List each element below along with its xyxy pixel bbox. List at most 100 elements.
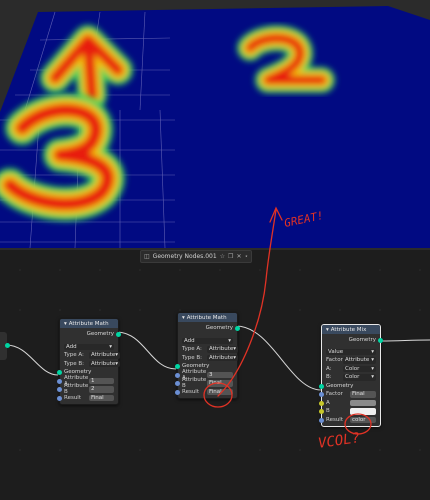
b-color-socket[interactable] [319,409,324,414]
result-socket[interactable] [319,417,324,423]
type-a-label: Type A: [64,352,84,359]
result-label: Result [182,388,199,395]
type-b-label: Type B: [64,360,85,367]
close-icon[interactable]: ✕ [236,253,241,260]
geometry-input-socket[interactable] [175,364,180,369]
attribute-b-row: Attribute B Final [175,377,237,389]
attribute-a-socket[interactable] [57,378,62,384]
operation-dropdown[interactable]: Add ▾ [182,337,233,344]
factor-type-dropdown[interactable]: Attribute ▾ [343,357,376,364]
link-mix-to-output [379,339,430,342]
factor-socket[interactable] [319,392,324,397]
type-b-value: Attribute [91,360,116,367]
chevron-down-icon: ▾ [233,346,237,353]
result-field[interactable]: Final [207,388,233,395]
chevron-down-icon: ▾ [233,354,237,361]
b-type-dropdown[interactable]: Color ▾ [343,374,376,381]
a-socket-label: A [326,399,330,406]
result-row: Result color [319,416,380,425]
factor-type-value: Attribute [345,357,370,364]
3d-viewport[interactable] [0,0,430,250]
viewport-scene [0,0,430,250]
collapse-chevron-icon[interactable]: ▾ [326,327,329,333]
chevron-down-icon: ▾ [228,337,231,344]
geometry-output-label: Geometry [205,325,233,332]
operation-dropdown[interactable]: Add ▾ [64,343,114,350]
link-math2-to-mix [235,325,322,391]
attribute-a-socket[interactable] [175,372,180,378]
type-a-label: Type A: [182,346,202,353]
geometry-input-socket[interactable] [57,370,62,375]
geometry-output-socket[interactable] [235,326,240,331]
node-tree-name[interactable]: Geometry Nodes.001 [153,253,217,260]
geometry-input-row: Geometry [319,382,380,391]
node-tree-selector[interactable]: ◫ Geometry Nodes.001 ☆ ❐ ✕ ⋆ [140,250,253,263]
type-a-dropdown[interactable]: Attribute ▾ [207,346,239,353]
geometry-output-socket[interactable] [116,332,121,337]
chevron-down-icon: ▾ [371,374,374,381]
blend-mode-dropdown[interactable]: Value ▾ [326,348,376,355]
a-type-value: Color [345,365,360,372]
offscreen-node-stub[interactable] [0,332,10,360]
copy-icon[interactable]: ❐ [228,253,233,260]
node-tree-icon: ◫ [144,252,150,260]
b-type-row: B: Color ▾ [322,373,380,382]
attribute-mix-node[interactable]: ▾ Attribute Mix Geometry Value ▾ Factor A… [319,324,383,427]
a-type-label: A: [326,365,332,372]
type-b-row: Type B: Attribute ▾ [60,360,121,369]
attribute-a-field[interactable]: 3 [207,371,233,378]
node-header[interactable]: ▾ Attribute Math [178,313,237,322]
geometry-output-label: Geometry [348,337,376,344]
geometry-output-row: Geometry [60,330,121,339]
collapse-chevron-icon[interactable]: ▾ [182,315,185,321]
result-socket[interactable] [57,395,62,401]
chevron-down-icon: ▾ [115,352,119,359]
attribute-math-node-2[interactable]: ▾ Attribute Math Geometry Add ▾ Type A: A… [175,312,240,399]
result-socket[interactable] [175,389,180,395]
result-label: Result [326,416,343,423]
geometry-input-socket[interactable] [319,383,324,389]
attribute-a-field[interactable]: 1 [89,377,114,384]
fake-user-icon[interactable]: ☆ [220,253,225,260]
collapse-chevron-icon[interactable]: ▾ [64,321,67,327]
blend-mode-value: Value [328,348,344,355]
chevron-down-icon: ▾ [371,348,374,355]
attribute-math-node-1[interactable]: ▾ Attribute Math Geometry Add ▾ Type A: A… [57,318,121,405]
b-type-value: Color [345,374,360,381]
factor-socket-label: Factor [326,391,343,398]
type-a-row: Type A: Attribute ▾ [178,345,239,354]
b-type-label: B: [326,374,332,381]
operation-row: Add ▾ [178,337,237,346]
factor-field[interactable]: Final [350,391,376,398]
geometry-output-row: Geometry [178,324,240,333]
pin-icon[interactable]: ⋆ [244,253,248,260]
attribute-b-field[interactable]: Final [207,380,233,387]
type-a-dropdown[interactable]: Attribute ▾ [89,352,121,359]
geometry-output-label: Geometry [86,331,114,338]
node-title: Attribute Mix [330,326,367,333]
a-color-socket[interactable] [319,400,324,406]
type-b-row: Type B: Attribute ▾ [178,354,239,363]
attribute-b-socket[interactable] [175,381,180,386]
geometry-input-label: Geometry [326,382,354,389]
a-type-dropdown[interactable]: Color ▾ [343,365,376,372]
attribute-b-socket[interactable] [57,387,62,392]
b-color-swatch[interactable] [350,408,376,415]
b-socket-label: B [326,408,330,415]
node-header[interactable]: ▾ Attribute Mix [322,325,380,334]
a-type-row: A: Color ▾ [322,365,380,374]
operation-row: Add ▾ [60,343,118,352]
operation-value: Add [66,343,77,350]
geometry-output-socket[interactable] [378,338,383,343]
stub-geometry-output-socket[interactable] [5,343,10,348]
chevron-down-icon: ▾ [115,360,119,367]
node-header[interactable]: ▾ Attribute Math [60,319,118,328]
a-color-swatch[interactable] [350,399,376,406]
type-b-dropdown[interactable]: Attribute ▾ [89,360,121,367]
attribute-b-field[interactable]: 2 [89,386,114,393]
type-a-value: Attribute [209,346,234,353]
chevron-down-icon: ▾ [109,343,112,350]
result-field[interactable]: Final [89,394,114,401]
type-b-dropdown[interactable]: Attribute ▾ [207,354,239,361]
result-field[interactable]: color [350,416,376,423]
